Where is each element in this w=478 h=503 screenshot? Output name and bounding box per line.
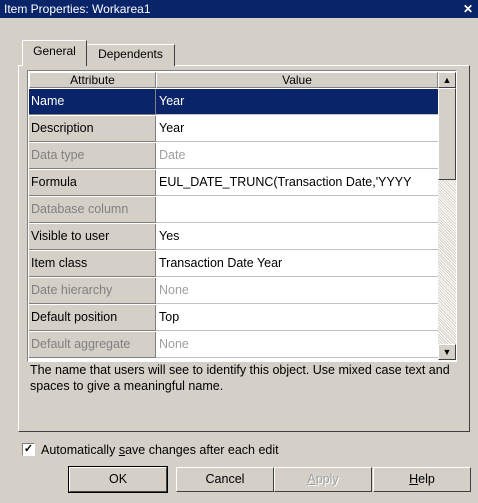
close-icon[interactable]: ✕ (461, 2, 475, 16)
value-cell: None (156, 278, 438, 304)
ok-button[interactable]: OK (68, 466, 168, 493)
scroll-up-icon[interactable]: ▲ (438, 72, 456, 88)
title-bar: Item Properties: Workarea1 ✕ (0, 0, 478, 18)
scroll-thumb[interactable] (438, 88, 456, 180)
help-button[interactable]: Help (373, 467, 471, 492)
attribute-cell: Item class (29, 251, 156, 277)
attribute-cell: Data type (29, 143, 156, 169)
grid-row-item-class[interactable]: Item class Transaction Date Year (29, 251, 438, 277)
value-cell[interactable]: Yes (156, 224, 438, 250)
value-cell[interactable]: EUL_DATE_TRUNC(Transaction Date,'YYYY (156, 170, 438, 196)
value-cell (156, 197, 438, 223)
attribute-cell: Formula (29, 170, 156, 196)
properties-grid: Attribute Value Name Year Description Ye… (27, 70, 457, 362)
grid-row-default-position[interactable]: Default position Top (29, 305, 438, 331)
grid-row-date-hierarchy[interactable]: Date hierarchy None (29, 278, 438, 304)
value-cell[interactable]: Year (156, 89, 438, 115)
attribute-cell: Database column (29, 197, 156, 223)
vertical-scrollbar[interactable]: ▲ ▼ (438, 72, 456, 360)
value-cell[interactable]: Transaction Date Year (156, 251, 438, 277)
value-cell: None (156, 332, 438, 358)
autosave-checkbox[interactable]: ✓ (22, 443, 35, 456)
grid-row-description[interactable]: Description Year (29, 116, 438, 142)
tab-dependents[interactable]: Dependents (87, 44, 175, 66)
attribute-cell: Visible to user (29, 224, 156, 250)
window-title: Item Properties: Workarea1 (4, 2, 151, 16)
value-cell[interactable]: Year (156, 116, 438, 142)
attribute-cell: Name (29, 89, 156, 115)
value-cell: Date (156, 143, 438, 169)
grid-row-visible-to-user[interactable]: Visible to user Yes (29, 224, 438, 250)
attribute-cell: Default position (29, 305, 156, 331)
attribute-cell: Description (29, 116, 156, 142)
tab-general[interactable]: General (22, 40, 87, 66)
scroll-down-icon[interactable]: ▼ (438, 344, 456, 360)
cancel-button[interactable]: Cancel (176, 467, 274, 492)
column-header-value[interactable]: Value (156, 72, 438, 88)
grid-row-formula[interactable]: Formula EUL_DATE_TRUNC(Transaction Date,… (29, 170, 438, 196)
column-header-attribute[interactable]: Attribute (29, 72, 156, 88)
value-cell[interactable]: Top (156, 305, 438, 331)
grid-row-name[interactable]: Name Year (29, 89, 438, 115)
attribute-cell: Default aggregate (29, 332, 156, 358)
attribute-description: The name that users will see to identify… (30, 363, 450, 393)
autosave-label: Automatically save changes after each ed… (41, 443, 279, 457)
grid-row-default-aggregate[interactable]: Default aggregate None (29, 332, 438, 358)
attribute-cell: Date hierarchy (29, 278, 156, 304)
grid-row-database-column[interactable]: Database column (29, 197, 438, 223)
apply-button[interactable]: Apply (274, 467, 372, 492)
grid-row-data-type[interactable]: Data type Date (29, 143, 438, 169)
